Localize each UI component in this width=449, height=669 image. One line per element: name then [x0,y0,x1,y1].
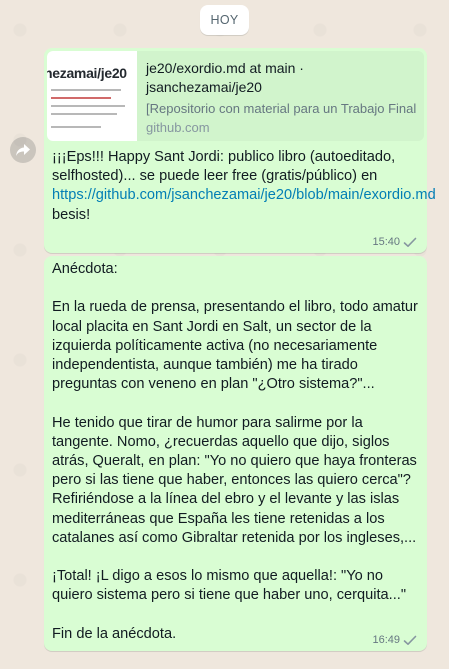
outgoing-message-bubble[interactable]: Anécdota: En la rueda de prensa, present… [44,256,427,651]
thumbnail-line [51,105,125,107]
forward-arrow-icon [16,144,30,156]
message-paragraph: Fin de la anécdota. [52,625,177,642]
message-time: 16:49 [372,634,400,646]
message-meta: 15:40 [372,236,417,248]
link-preview-card[interactable]: hezamai/je20 je20/exordio.md at main · j… [47,51,424,141]
sent-check-icon [403,635,417,645]
link-preview-title: je20/exordio.md at main · jsanchezamai/j… [146,60,304,95]
thumbnail-line [51,89,121,91]
forward-button[interactable] [10,137,36,163]
thumbnail-line [51,126,101,128]
message-text-outro: besis! [52,206,91,223]
sent-check-icon [403,237,417,247]
thumbnail-line [51,97,111,99]
date-divider: HOY [200,5,249,35]
message-paragraph: He tenido que tirar de humor para salirm… [52,414,417,546]
message-paragraph: Anécdota: [52,261,118,277]
message-text: ¡¡¡Eps!!! Happy Sant Jordi: publico libr… [52,148,436,225]
message-text-intro: ¡¡¡Eps!!! Happy Sant Jordi: publico libr… [52,149,396,185]
thumbnail-line [51,113,117,115]
message-paragraph: En la rueda de prensa, presentando el li… [52,299,418,393]
message-link[interactable]: https://github.com/jsanchezamai/je20/blo… [52,187,436,203]
link-preview-domain: github.com [146,120,210,135]
thumbnail-text: hezamai/je20 [47,65,127,81]
message-text: Anécdota: En la rueda de prensa, present… [52,260,422,644]
link-preview-thumbnail: hezamai/je20 [47,51,137,141]
link-preview-description: [Repositorio con material para un Trabaj… [146,101,417,116]
outgoing-message-bubble[interactable]: hezamai/je20 je20/exordio.md at main · j… [44,48,436,253]
message-meta: 16:49 [372,634,417,646]
message-time: 15:40 [372,236,400,248]
message-paragraph: ¡Total! ¡L digo a esos lo mismo que aque… [52,568,407,604]
